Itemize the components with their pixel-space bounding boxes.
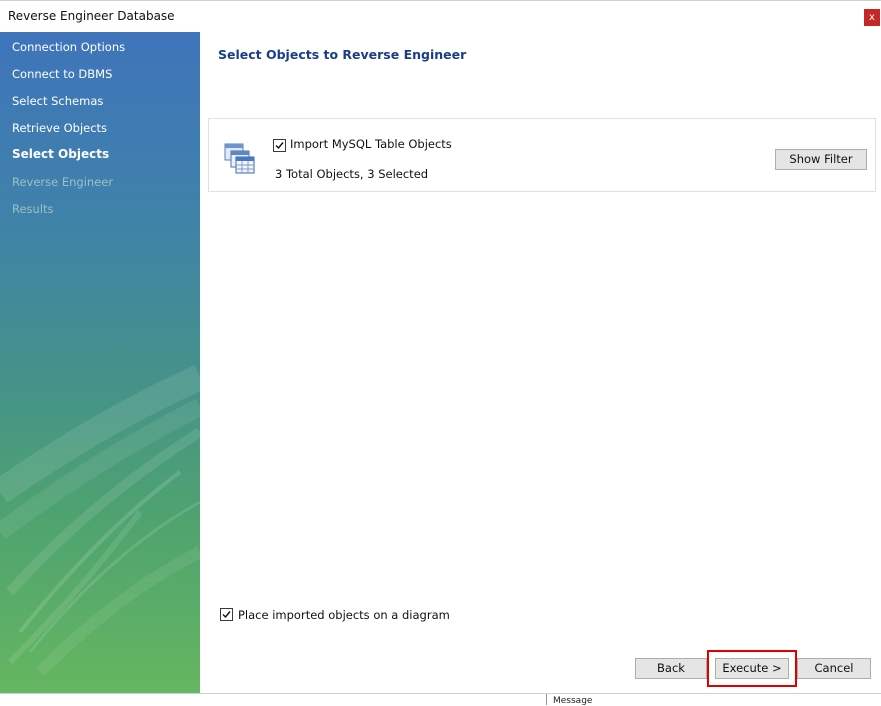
wizard-sidebar: Connection Options Connect to DBMS Selec… bbox=[0, 32, 200, 693]
sidebar-item-connection-options: Connection Options bbox=[12, 40, 126, 54]
sidebar-item-connect-to-dbms: Connect to DBMS bbox=[12, 67, 113, 81]
place-on-diagram-label[interactable]: Place imported objects on a diagram bbox=[238, 608, 450, 622]
table-objects-icon bbox=[224, 143, 255, 174]
sidebar-item-results: Results bbox=[12, 202, 54, 216]
checkmark-icon bbox=[275, 142, 284, 150]
sidebar-item-select-schemas: Select Schemas bbox=[12, 94, 104, 108]
window-title: Reverse Engineer Database bbox=[8, 9, 175, 23]
objects-panel: Import MySQL Table Objects 3 Total Objec… bbox=[208, 118, 876, 192]
background-window-strip: Message bbox=[0, 693, 881, 706]
page-title: Select Objects to Reverse Engineer bbox=[218, 47, 467, 62]
import-table-objects-label[interactable]: Import MySQL Table Objects bbox=[290, 137, 452, 151]
sidebar-item-retrieve-objects: Retrieve Objects bbox=[12, 121, 108, 135]
sidebar-item-select-objects: Select Objects bbox=[12, 147, 110, 161]
checkmark-icon bbox=[222, 611, 231, 619]
execute-highlight-box bbox=[707, 650, 797, 687]
sidebar-item-reverse-engineer: Reverse Engineer bbox=[12, 175, 114, 189]
close-button[interactable]: x bbox=[864, 9, 880, 26]
message-column-header: Message bbox=[553, 696, 593, 706]
wizard-content: Select Objects to Reverse Engineer Impor… bbox=[200, 32, 881, 693]
show-filter-button[interactable]: Show Filter bbox=[775, 149, 867, 170]
object-count-text: 3 Total Objects, 3 Selected bbox=[275, 167, 429, 181]
column-divider bbox=[546, 694, 547, 705]
place-on-diagram-checkbox[interactable] bbox=[220, 608, 233, 621]
title-bar[interactable]: Reverse Engineer Database x bbox=[0, 1, 881, 33]
back-button[interactable]: Back bbox=[635, 658, 707, 679]
cancel-button[interactable]: Cancel bbox=[797, 658, 871, 679]
import-table-objects-checkbox[interactable] bbox=[273, 139, 286, 152]
